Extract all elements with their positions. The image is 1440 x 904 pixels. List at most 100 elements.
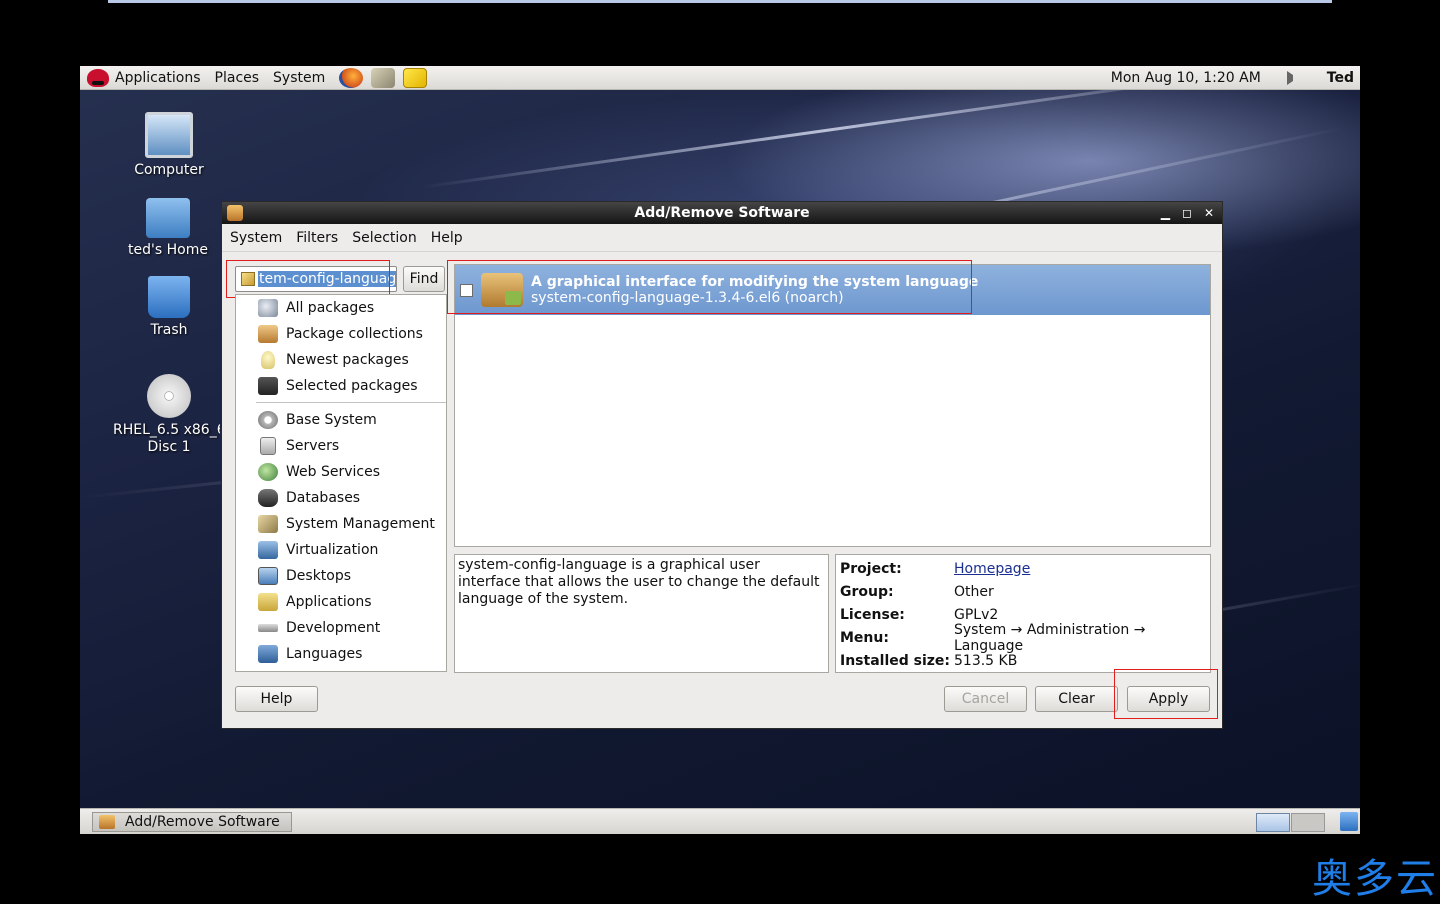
group-item-web-services[interactable]: Web Services — [236, 459, 446, 485]
minimize-icon[interactable]: ▁ — [1161, 206, 1170, 220]
detail-key: Group: — [840, 583, 894, 600]
taskbar-window-button[interactable]: Add/Remove Software — [92, 812, 292, 832]
group-item-label: All packages — [286, 300, 375, 316]
panel-user-name[interactable]: Ted — [1327, 70, 1354, 86]
detail-value: System → Administration → Language — [954, 621, 1146, 654]
package-details: Project: Homepage Group: Other License: … — [835, 554, 1211, 673]
trash-icon — [148, 276, 190, 318]
window-titlebar[interactable]: Add/Remove Software ▁ ◻ ✕ — [222, 202, 1222, 224]
notes-launcher-icon[interactable] — [403, 67, 428, 88]
homepage-link[interactable]: Homepage — [954, 561, 1030, 577]
group-item-applications[interactable]: Applications — [236, 589, 446, 615]
desktop-icon-home[interactable]: ted's Home — [103, 198, 233, 258]
binoculars-icon — [258, 377, 278, 395]
dvd-icon — [147, 374, 191, 418]
group-item-languages[interactable]: Languages — [236, 641, 446, 667]
close-icon[interactable]: ✕ — [1204, 206, 1214, 220]
cancel-button[interactable]: Cancel — [944, 686, 1027, 712]
group-item-system-management[interactable]: System Management — [236, 511, 446, 537]
lightbulb-icon — [261, 351, 275, 369]
package-description: system-config-language is a graphical us… — [454, 554, 829, 673]
virtualization-icon — [258, 541, 278, 559]
group-item-all-packages[interactable]: All packages — [236, 295, 446, 321]
server-icon — [260, 437, 276, 455]
globe-icon — [258, 463, 278, 481]
help-button[interactable]: Help — [235, 686, 318, 712]
detail-menu: Menu: System → Administration → Language — [840, 622, 1206, 654]
group-item-servers[interactable]: Servers — [236, 433, 446, 459]
group-item-label: Selected packages — [286, 378, 418, 394]
annotation-box-package — [447, 260, 972, 314]
volume-icon[interactable] — [1286, 71, 1301, 85]
detail-key: Installed size: — [840, 652, 951, 669]
group-item-label: Virtualization — [286, 542, 379, 558]
gear-icon — [258, 411, 278, 429]
panel-menu-applications[interactable]: Applications — [115, 70, 201, 86]
app-icon — [99, 815, 115, 829]
group-item-label: Newest packages — [286, 352, 409, 368]
group-item-virtualization[interactable]: Virtualization — [236, 537, 446, 563]
database-icon — [258, 489, 278, 507]
workspace-2[interactable] — [1291, 813, 1325, 832]
group-item-newest-packages[interactable]: Newest packages — [236, 347, 446, 373]
trash-applet-icon[interactable] — [1340, 812, 1358, 831]
top-panel: Applications Places System Mon Aug 10, 1… — [80, 66, 1360, 90]
detail-project: Project: Homepage — [840, 557, 1206, 580]
group-item-desktops[interactable]: Desktops — [236, 563, 446, 589]
group-item-label: Package collections — [286, 326, 423, 342]
group-item-label: Desktops — [286, 568, 352, 584]
menu-filters[interactable]: Filters — [296, 230, 338, 246]
group-item-label: Databases — [286, 490, 361, 506]
add-remove-software-window: Add/Remove Software ▁ ◻ ✕ System Filters… — [221, 201, 1223, 729]
group-item-label: Servers — [286, 438, 340, 454]
menu-selection[interactable]: Selection — [352, 230, 417, 246]
group-item-package-collections[interactable]: Package collections — [236, 321, 446, 347]
detail-value: 513.5 KB — [954, 652, 1018, 669]
panel-clock[interactable]: Mon Aug 10, 1:20 AM — [1111, 70, 1261, 86]
group-item-label: System Management — [286, 516, 435, 532]
desktop-icon-label: RHEL_6.5 x86_64 — [113, 422, 220, 438]
flag-icon — [258, 645, 278, 663]
app-icon — [227, 205, 243, 221]
redhat-logo-icon[interactable] — [87, 68, 109, 87]
home-folder-icon — [146, 198, 190, 238]
menu-help[interactable]: Help — [431, 230, 463, 246]
window-title: Add/Remove Software — [634, 205, 810, 221]
mail-launcher-icon[interactable] — [371, 67, 396, 88]
find-button[interactable]: Find — [403, 266, 445, 292]
group-item-label: Applications — [286, 594, 372, 610]
desktop-icon-trash[interactable]: Trash — [104, 276, 234, 338]
detail-value: GPLv2 — [954, 606, 999, 623]
group-item-development[interactable]: Development — [236, 615, 446, 641]
magnifier-icon — [258, 299, 278, 317]
workspace-1[interactable] — [1256, 813, 1290, 832]
panel-menu-places[interactable]: Places — [215, 70, 260, 86]
group-item-databases[interactable]: Databases — [236, 485, 446, 511]
panel-menu-system[interactable]: System — [273, 70, 325, 86]
package-collections-icon — [258, 325, 278, 343]
desktop-icon-label-line2: Disc 1 — [147, 439, 191, 455]
desktop-icon-dvd[interactable]: RHEL_6.5 x86_64 Disc 1 — [104, 374, 234, 456]
top-edge-bar — [108, 0, 1332, 3]
maximize-icon[interactable]: ◻ — [1182, 206, 1192, 220]
group-list-separator — [256, 399, 446, 403]
applications-icon — [258, 593, 278, 611]
firefox-launcher-icon[interactable] — [339, 67, 364, 88]
desktop-screen: Applications Places System Mon Aug 10, 1… — [80, 66, 1360, 834]
group-item-label: Web Services — [286, 464, 381, 480]
taskbar-window-label: Add/Remove Software — [125, 814, 280, 830]
detail-value: Other — [954, 583, 994, 600]
window-menubar: System Filters Selection Help — [222, 224, 1222, 252]
group-item-selected-packages[interactable]: Selected packages — [236, 373, 446, 399]
group-item-base-system[interactable]: Base System — [236, 407, 446, 433]
system-management-icon — [258, 515, 278, 533]
desktop-icon-computer[interactable]: Computer — [104, 112, 234, 178]
group-item-label: Base System — [286, 412, 377, 428]
group-item-label: Development — [286, 620, 381, 636]
menu-system[interactable]: System — [230, 230, 282, 246]
clear-button[interactable]: Clear — [1035, 686, 1118, 712]
bottom-panel: Add/Remove Software — [80, 808, 1360, 834]
watermark-text: 奥多云 — [1312, 856, 1438, 902]
desktop-icon-label: Computer — [134, 162, 204, 178]
detail-key: Project: — [840, 560, 902, 577]
